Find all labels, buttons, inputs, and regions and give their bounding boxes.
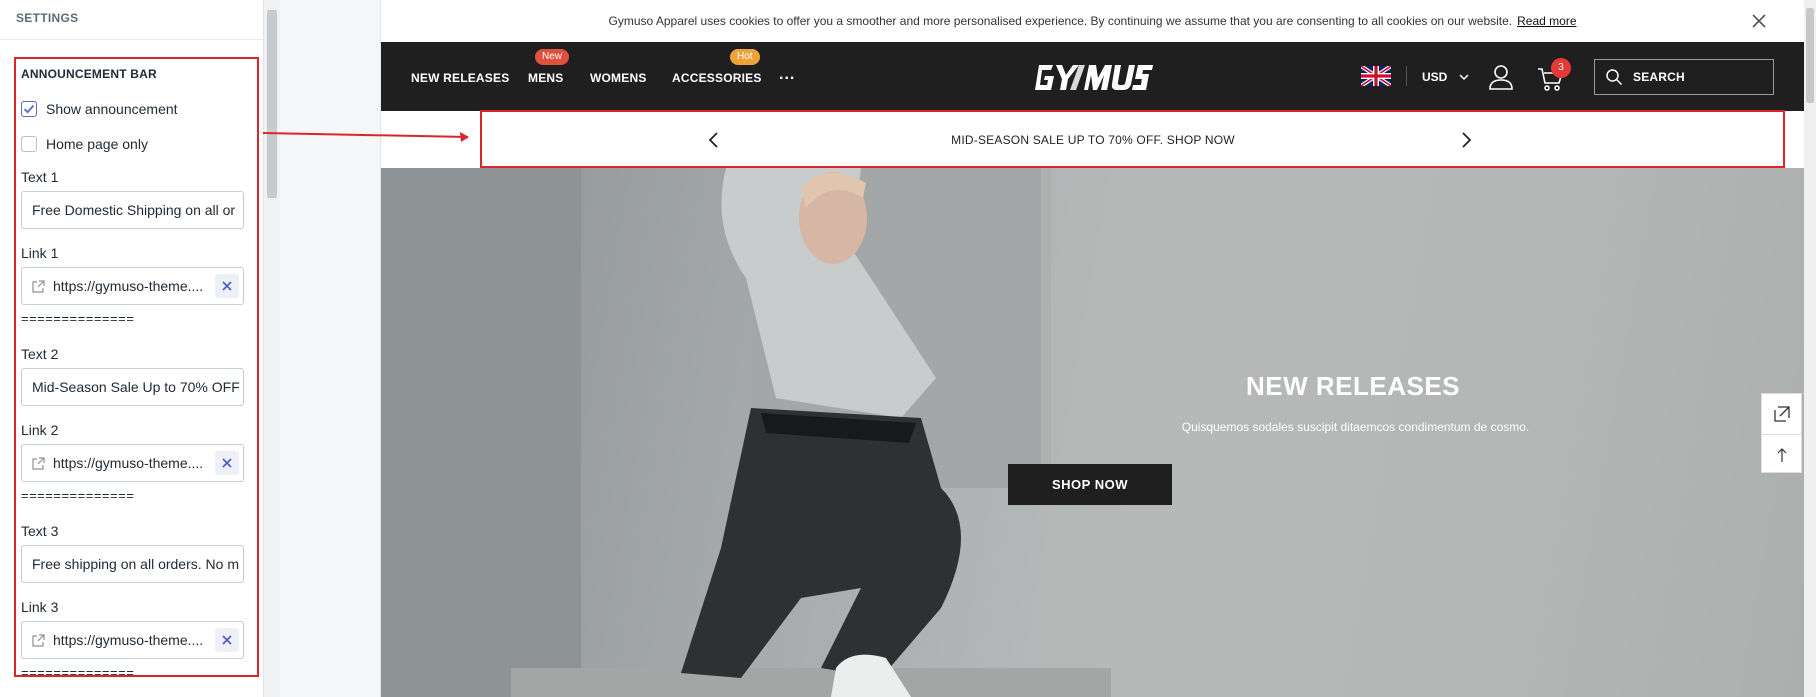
checkmark-icon [23,104,35,114]
expand-icon [1773,406,1790,422]
link-2-clear-button[interactable] [215,451,239,475]
uk-flag-icon[interactable] [1361,66,1391,86]
link-3-clear-button[interactable] [215,628,239,652]
panel-header: SETTINGS [0,0,263,40]
main-navbar: NEW RELEASES MENS New WOMENS ACCESSORIES… [381,42,1804,111]
external-link-icon [32,633,45,647]
cart-count-badge: 3 [1551,58,1571,78]
text-3-label: Text 3 [21,523,59,539]
user-icon[interactable] [1487,63,1515,91]
settings-panel: SETTINGS ANNOUNCEMENT BAR Show announcem… [0,0,264,697]
hero-subtitle: Quisquemos sodales suscipit ditaemcos co… [1181,420,1530,434]
nav-mens[interactable]: MENS [528,71,563,85]
search-box[interactable]: SEARCH [1594,59,1774,95]
nav-separator [1406,66,1407,86]
link-1-input[interactable]: https://gymuso-theme.... [21,267,244,305]
arrow-up-icon [1777,447,1786,462]
show-announcement-checkbox[interactable]: Show announcement [21,91,257,126]
home-page-only-label: Home page only [46,135,148,152]
currency-label: USD [1422,70,1448,84]
close-icon[interactable] [1750,12,1768,30]
nav-more[interactable]: ... [779,66,795,84]
text-3-input[interactable]: Free shipping on all orders. No m [21,545,244,583]
chevron-down-icon [1459,74,1469,81]
cookie-read-more-link[interactable]: Read more [1517,14,1576,28]
annotation-arrow [263,132,469,142]
link-3-input[interactable]: https://gymuso-theme.... [21,621,244,659]
badge-new: New [535,49,570,65]
show-announcement-label: Show announcement [46,100,178,117]
text-1-input[interactable]: Free Domestic Shipping on all or [21,191,244,229]
floating-tools [1761,393,1802,473]
currency-selector[interactable]: USD [1422,70,1469,84]
checkbox-unchecked[interactable] [21,135,37,152]
link-1-value: https://gymuso-theme.... [53,278,204,294]
text-2-input[interactable]: Mid-Season Sale Up to 70% OFF [21,368,244,406]
back-to-top-button[interactable] [1762,434,1801,474]
divider-3: ============== [21,665,135,677]
link-2-label: Link 2 [21,422,59,438]
link-1-label: Link 1 [21,245,59,261]
store-preview: Gymuso Apparel uses cookies to offer you… [380,0,1804,697]
announcement-text[interactable]: MID-SEASON SALE UP TO 70% OFF. SHOP NOW [381,133,1804,147]
preview-scroll-thumb[interactable] [1806,8,1814,103]
chevron-right-icon[interactable] [1457,130,1475,150]
app-root: SETTINGS ANNOUNCEMENT BAR Show announcem… [0,0,1816,697]
link-3-label: Link 3 [21,599,59,615]
gymuso-logo[interactable] [1029,59,1159,95]
nav-accessories[interactable]: ACCESSORIES [672,71,762,85]
badge-hot: Hot [730,49,760,65]
section-title: ANNOUNCEMENT BAR [21,67,157,81]
link-3-value: https://gymuso-theme.... [53,632,204,648]
close-icon [222,635,232,645]
text-2-label: Text 2 [21,346,59,362]
link-2-input[interactable]: https://gymuso-theme.... [21,444,244,482]
announcement-bar-section: ANNOUNCEMENT BAR Show announcement Home … [14,57,259,677]
search-icon [1606,69,1623,86]
text-1-label: Text 1 [21,169,59,185]
search-placeholder: SEARCH [1633,70,1685,84]
checkbox-checked[interactable] [21,100,37,117]
expand-button[interactable] [1762,394,1801,434]
home-page-only-checkbox[interactable]: Home page only [21,126,257,161]
shop-now-button[interactable]: SHOP NOW [1008,464,1172,505]
divider-1: ============== [21,311,135,326]
nav-womens[interactable]: WOMENS [590,71,647,85]
external-link-icon [32,279,45,293]
cookie-text: Gymuso Apparel uses cookies to offer you… [608,14,1513,28]
preview-scrollbar[interactable] [1804,0,1816,697]
divider-2: ============== [21,488,135,503]
external-link-icon [32,456,45,470]
link-2-value: https://gymuso-theme.... [53,455,204,471]
close-icon [222,281,232,291]
link-1-clear-button[interactable] [215,274,239,298]
close-icon [222,458,232,468]
hero-title: NEW RELEASES [1245,371,1461,401]
cookie-banner: Gymuso Apparel uses cookies to offer you… [381,0,1804,42]
